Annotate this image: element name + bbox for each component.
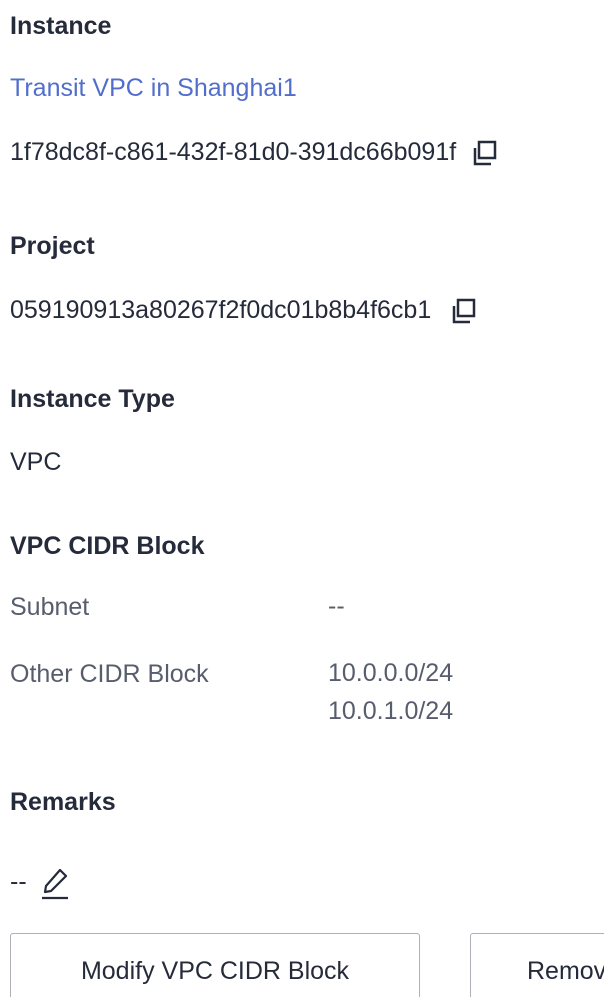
instance-id-row: 1f78dc8f-c861-432f-81d0-391dc66b091f: [10, 138, 499, 167]
edit-pencil-icon[interactable]: [40, 866, 70, 900]
cidr-value-2: 10.0.1.0/24: [328, 697, 454, 725]
remove-button[interactable]: Remov: [470, 933, 604, 997]
instance-type-heading: Instance Type: [10, 385, 175, 413]
instance-id: 1f78dc8f-c861-432f-81d0-391dc66b091f: [10, 138, 457, 166]
remarks-row: --: [10, 866, 70, 900]
subnet-value: --: [328, 592, 345, 620]
instance-heading: Instance: [10, 12, 112, 40]
instance-name-link[interactable]: Transit VPC in Shanghai1: [10, 74, 297, 103]
project-id-row: 059190913a80267f2f0dc01b8b4f6cb1: [10, 296, 478, 325]
other-cidr-label: Other CIDR Block: [10, 660, 209, 688]
project-heading: Project: [10, 232, 95, 260]
modify-vpc-cidr-block-button[interactable]: Modify VPC CIDR Block: [10, 933, 420, 997]
subnet-label: Subnet: [10, 593, 90, 621]
other-cidr-values: 10.0.0.0/24 10.0.1.0/24: [328, 654, 453, 730]
remarks-heading: Remarks: [10, 788, 116, 816]
remarks-value: --: [10, 867, 27, 896]
vpc-cidr-heading: VPC CIDR Block: [10, 532, 205, 560]
copy-icon[interactable]: [471, 139, 499, 167]
project-id: 059190913a80267f2f0dc01b8b4f6cb1: [10, 296, 432, 324]
copy-icon[interactable]: [450, 297, 478, 325]
cidr-value-1: 10.0.0.0/24: [328, 659, 454, 687]
instance-type-value: VPC: [10, 448, 62, 476]
